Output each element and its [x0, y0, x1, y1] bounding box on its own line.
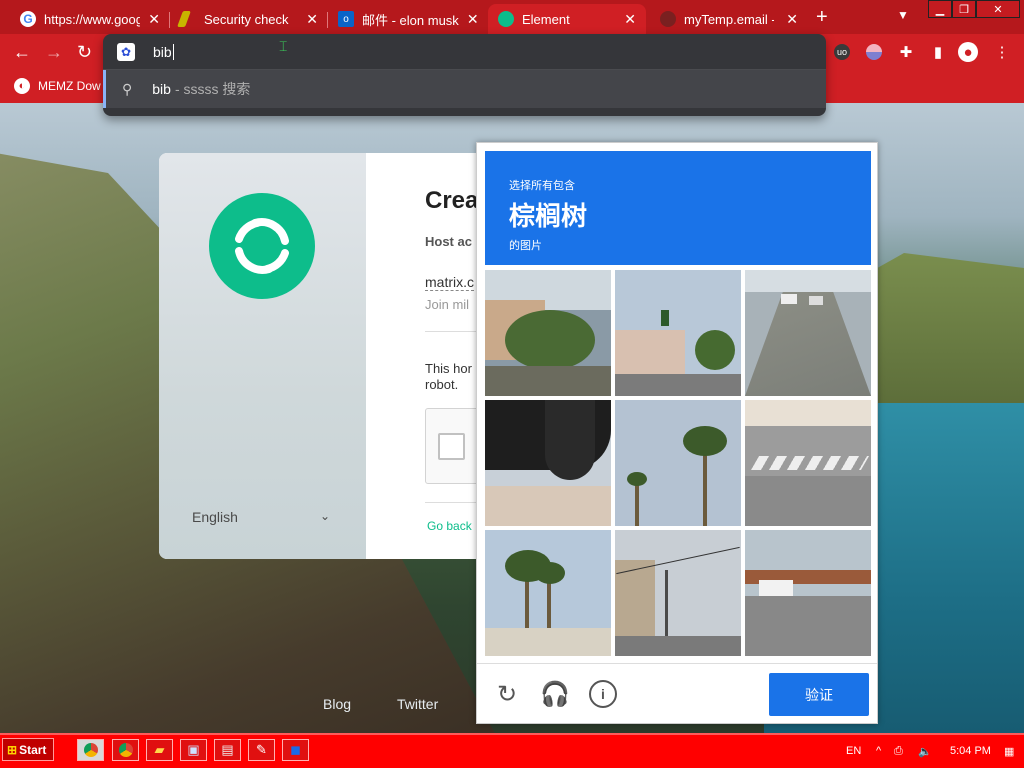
captcha-target: 棕榈树 — [509, 201, 588, 231]
security-favicon-icon — [177, 11, 191, 27]
forward-arrow-icon[interactable]: → — [45, 42, 63, 63]
captcha-instruction-top: 选择所有包含 — [509, 180, 575, 192]
captcha-header: 选择所有包含 棕榈树 的图片 — [485, 151, 871, 265]
mytemp-icon — [660, 11, 676, 27]
google-icon: G — [20, 11, 36, 27]
tab-title: Element — [522, 11, 570, 27]
language-indicator[interactable]: EN — [846, 745, 861, 757]
network-icon[interactable]: ⎙ — [894, 745, 903, 758]
tab-search-chevron-icon[interactable]: ▼ — [897, 8, 909, 22]
captcha-tile[interactable] — [485, 270, 611, 396]
captcha-image-grid — [485, 270, 871, 656]
taskbar-chrome-alt-icon[interactable] — [112, 739, 139, 761]
element-icon — [498, 11, 514, 27]
tab-google[interactable]: G https://www.goog ✕ — [10, 4, 170, 34]
tab-outlook[interactable]: o 邮件 - elon musk ✕ — [328, 4, 486, 34]
start-label: Start — [19, 742, 47, 757]
taskbar-paint-icon[interactable]: ✎ — [248, 739, 275, 761]
captcha-tile[interactable] — [745, 530, 871, 656]
close-icon[interactable]: ✕ — [148, 11, 160, 28]
baidu-search-engine-icon: ✿ — [117, 42, 135, 61]
windows-flag-icon: ⊞ — [7, 742, 18, 757]
page-title: Crea — [425, 187, 479, 214]
address-bar[interactable]: ✿ bib ⌶ — [103, 34, 826, 70]
puzzle-extensions-icon[interactable]: ✚ — [896, 42, 916, 62]
recaptcha-checkbox[interactable] — [438, 433, 465, 460]
recaptcha-widget[interactable] — [425, 408, 480, 484]
globe-icon: ◐ — [14, 78, 30, 94]
text-cursor — [172, 43, 174, 60]
taskbar-monitor-icon[interactable]: ▣ — [180, 739, 207, 761]
footer-link-twitter[interactable]: Twitter — [397, 696, 438, 712]
bookmark-label: MEMZ Dow — [38, 79, 101, 93]
taskbar-window-icon[interactable]: ▤ — [214, 739, 241, 761]
taskbar-chrome-icon[interactable] — [77, 739, 104, 761]
back-arrow-icon[interactable]: ← — [13, 42, 31, 63]
verify-button[interactable]: 验证 — [769, 673, 869, 716]
captcha-tile[interactable] — [615, 270, 741, 396]
tab-title: Security check — [204, 11, 289, 27]
tab-mytemp-email[interactable]: myTemp.email - T ✕ — [650, 4, 808, 34]
element-logo-icon — [209, 193, 315, 299]
homeserver-link[interactable]: matrix.c — [425, 274, 474, 291]
captcha-tile[interactable] — [615, 400, 741, 526]
bookmark-memz[interactable]: ◐ MEMZ Dow — [14, 78, 101, 94]
start-button[interactable]: ⊞ Start — [2, 738, 54, 761]
new-tab-button[interactable]: + — [816, 6, 828, 29]
taskbar: ⊞ Start ▰ ▣ ▤ ✎ ◼ EN ^ ⎙ 🔈 5:04 PM ▦ — [0, 733, 1024, 768]
captcha-tile[interactable] — [745, 270, 871, 396]
card-side-panel: English ⌄ — [159, 153, 366, 559]
close-icon[interactable]: ✕ — [624, 11, 636, 28]
tab-title: myTemp.email - T — [684, 11, 774, 27]
captcha-challenge: 选择所有包含 棕榈树 的图片 ↻ 🎧 i 验证 — [476, 142, 878, 724]
restore-button[interactable]: ❐ — [952, 0, 976, 18]
close-icon[interactable]: ✕ — [467, 11, 479, 28]
language-selector[interactable]: English — [192, 509, 238, 525]
info-icon[interactable]: i — [589, 680, 617, 708]
search-icon: ⚲ — [122, 80, 133, 97]
tab-title: https://www.goog — [44, 11, 141, 27]
tray-chevron-icon[interactable]: ^ — [876, 745, 881, 757]
tab-strip: G https://www.goog ✕ Security check ✕ o … — [0, 0, 1024, 34]
outlook-icon: o — [338, 11, 354, 27]
taskbar-folder-icon[interactable]: ▰ — [146, 739, 173, 761]
clock[interactable]: 5:04 PM — [950, 745, 991, 757]
captcha-instruction-bottom: 的图片 — [509, 240, 542, 252]
volume-icon[interactable]: 🔈 — [918, 745, 932, 758]
close-icon[interactable]: ✕ — [786, 11, 798, 28]
address-input[interactable]: bib — [153, 44, 172, 60]
side-panel-icon[interactable]: ▮ — [928, 42, 948, 62]
tab-element[interactable]: Element ✕ — [488, 4, 646, 34]
captcha-tile[interactable] — [615, 530, 741, 656]
host-label: Host ac — [425, 234, 472, 249]
footer-link-blog[interactable]: Blog — [323, 696, 351, 712]
close-icon[interactable]: ✕ — [306, 11, 318, 28]
captcha-tile[interactable] — [485, 530, 611, 656]
omnibox-dropdown: ✿ bib ⌶ ⚲ bib - sssss 搜索 — [103, 34, 826, 116]
taskbar-app-icon[interactable]: ◼ — [282, 739, 309, 761]
captcha-tile[interactable] — [745, 400, 871, 526]
refresh-icon[interactable]: ↻ — [493, 680, 521, 708]
headphones-icon[interactable]: 🎧 — [540, 680, 570, 708]
suggestion-detail: - sssss 搜索 — [174, 81, 251, 97]
chevron-down-icon[interactable]: ⌄ — [320, 509, 330, 523]
captcha-tile[interactable] — [485, 400, 611, 526]
close-window-button[interactable]: ✕ — [976, 0, 1020, 18]
element-logo-glyph — [235, 218, 289, 274]
go-back-link[interactable]: Go back — [427, 519, 472, 533]
menu-kebab-icon[interactable]: ⋮ — [992, 42, 1012, 62]
tab-title: 邮件 - elon musk — [362, 12, 459, 28]
join-text: Join mil — [425, 297, 470, 312]
reload-icon[interactable]: ↻ — [77, 42, 92, 63]
minimize-button[interactable]: ▁ — [928, 0, 952, 18]
omnibox-suggestion[interactable]: ⚲ bib - sssss 搜索 — [103, 70, 826, 108]
ublock-extension-icon[interactable]: uo — [834, 44, 850, 60]
account-avatar[interactable]: ● — [958, 42, 978, 62]
mouse-cursor-icon: ⌶ — [279, 38, 288, 54]
tab-security-check[interactable]: Security check ✕ — [170, 4, 328, 34]
captcha-footer: ↻ 🎧 i 验证 — [477, 663, 877, 723]
suggestion-query: bib — [152, 81, 171, 97]
show-desktop-icon[interactable]: ▦ — [1004, 745, 1014, 758]
profile-extension-icon[interactable] — [864, 42, 884, 62]
